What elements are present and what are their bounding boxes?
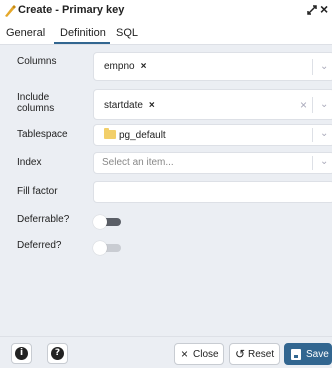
tablespace-value-label: pg_default (119, 130, 166, 141)
index-placeholder: Select an item... (102, 157, 174, 168)
reset-icon: ↺ (235, 347, 246, 361)
dialog-title: Create - Primary key (18, 4, 125, 16)
column-chip: empno × (104, 61, 146, 72)
close-icon[interactable]: × (320, 2, 328, 16)
index-label: Index (17, 157, 42, 168)
folder-icon (104, 128, 116, 139)
close-button-label: Close (193, 349, 219, 360)
save-button-label: Save (306, 349, 329, 360)
chevron-down-icon[interactable]: ⌄ (320, 61, 328, 72)
include-columns-select[interactable]: startdate × × ⌄ (93, 89, 332, 120)
tab-bar: General Definition SQL (0, 22, 332, 45)
deferrable-toggle[interactable] (93, 215, 121, 229)
columns-label: Columns (17, 56, 57, 67)
save-icon (291, 349, 301, 360)
definition-panel: Columns empno × ⌄ Include columns startda… (0, 46, 332, 336)
toggle-knob (93, 215, 107, 229)
chevron-down-icon[interactable]: ⌄ (320, 128, 328, 139)
tablespace-label: Tablespace (17, 129, 68, 140)
chip-remove-icon[interactable]: × (141, 61, 147, 72)
save-button[interactable]: Save (284, 343, 332, 365)
tablespace-value: pg_default (104, 128, 166, 141)
expand-icon[interactable] (305, 3, 319, 17)
include-column-chip-label: startdate (104, 100, 143, 111)
tablespace-select[interactable]: pg_default ⌄ (93, 124, 332, 146)
fill-factor-label: Fill factor (17, 186, 58, 197)
include-columns-label: Include columns (17, 92, 55, 114)
reset-button[interactable]: ↺ Reset (229, 343, 280, 365)
toggle-knob (93, 241, 107, 255)
select-divider (312, 97, 313, 113)
include-column-chip: startdate × (104, 100, 155, 111)
info-button[interactable]: i (11, 343, 32, 364)
tab-general[interactable]: General (6, 27, 45, 39)
close-icon: × (181, 347, 189, 361)
chevron-down-icon[interactable]: ⌄ (320, 156, 328, 167)
deferred-label: Deferred? (17, 240, 62, 251)
dialog-titlebar: Create - Primary key × (0, 0, 332, 22)
deferrable-label: Deferrable? (17, 214, 70, 225)
clear-icon[interactable]: × (300, 98, 307, 112)
help-button[interactable]: ? (47, 343, 68, 364)
constraint-key-icon (5, 5, 16, 17)
fill-factor-input[interactable] (93, 181, 332, 203)
tab-definition[interactable]: Definition (60, 27, 106, 39)
close-button[interactable]: × Close (174, 343, 224, 365)
select-divider (312, 156, 313, 170)
column-chip-label: empno (104, 61, 135, 72)
chevron-down-icon[interactable]: ⌄ (320, 99, 328, 110)
active-tab-indicator (54, 42, 110, 44)
select-divider (312, 59, 313, 75)
select-divider (312, 128, 313, 142)
help-icon: ? (51, 347, 64, 360)
deferred-toggle[interactable] (93, 241, 121, 255)
reset-button-label: Reset (248, 349, 275, 360)
info-icon: i (15, 347, 28, 360)
columns-select[interactable]: empno × ⌄ (93, 52, 332, 81)
index-select[interactable]: Select an item... ⌄ (93, 152, 332, 174)
chip-remove-icon[interactable]: × (149, 100, 155, 111)
dialog-footer: i ? × Close ↺ Reset Save (0, 336, 332, 368)
tab-sql[interactable]: SQL (116, 27, 138, 39)
